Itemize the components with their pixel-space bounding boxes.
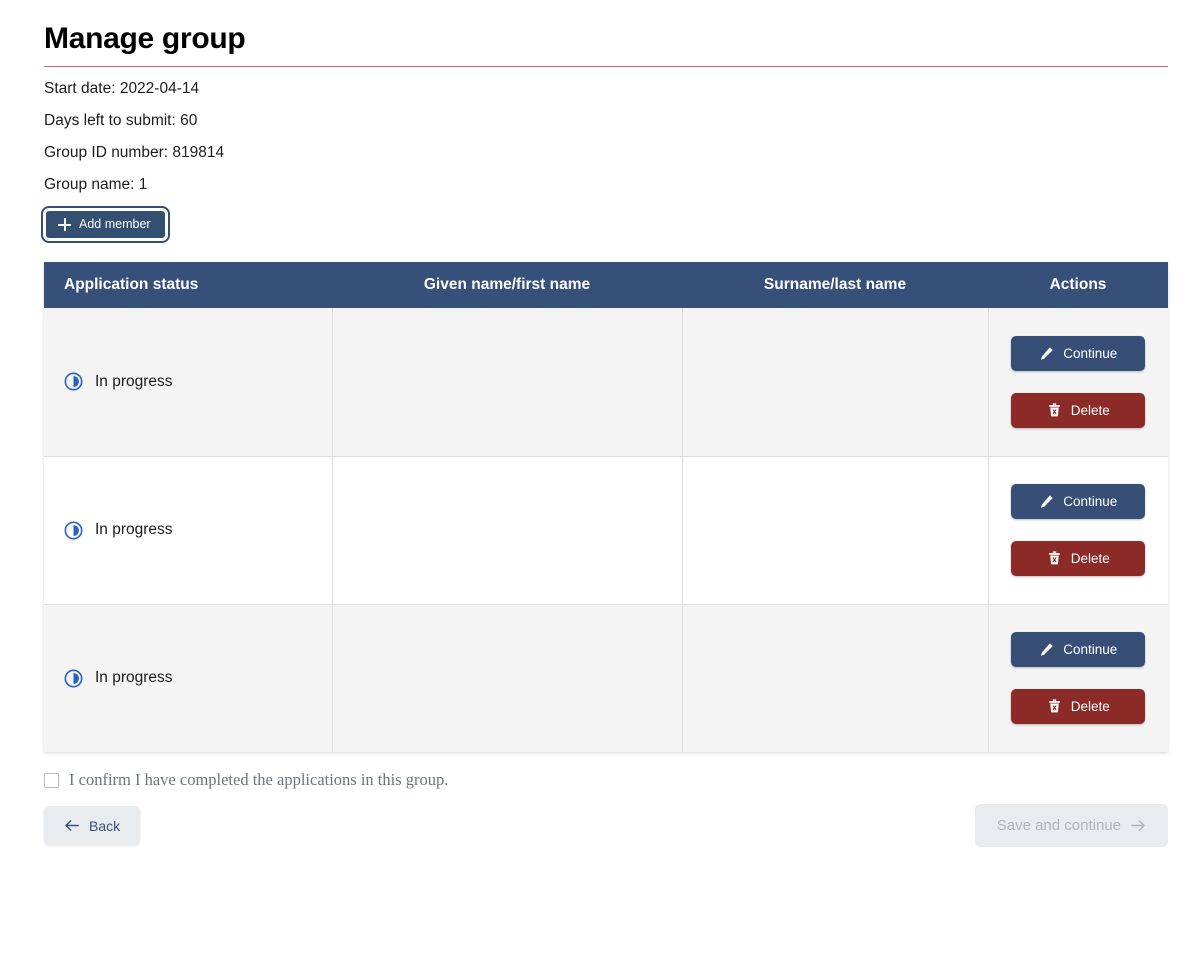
- add-member-button[interactable]: Add member: [44, 209, 167, 240]
- cell-actions: Continue Delete: [988, 308, 1168, 456]
- row-action-group: Continue Delete: [989, 326, 1169, 438]
- arrow-right-icon: [1131, 818, 1146, 833]
- plus-icon: [58, 218, 71, 231]
- trash-icon: [1047, 699, 1062, 714]
- status-label: In progress: [95, 373, 173, 391]
- meta-group-id: Group ID number: 819814: [32, 131, 1168, 163]
- trash-icon: [1047, 403, 1062, 418]
- delete-label: Delete: [1071, 552, 1110, 566]
- confirm-completion-row: I confirm I have completed the applicati…: [32, 752, 1168, 790]
- pencil-icon: [1039, 346, 1054, 361]
- cell-actions: Continue Delete: [988, 604, 1168, 752]
- continue-button[interactable]: Continue: [1011, 632, 1145, 667]
- trash-icon: [1047, 551, 1062, 566]
- status-indicator: In progress: [64, 521, 322, 540]
- members-table-body: In progress Continue: [44, 308, 1168, 752]
- back-button[interactable]: Back: [44, 806, 140, 845]
- cell-surname: [682, 604, 988, 752]
- group-meta-list: Start date: 2022-04-14 Days left to subm…: [32, 67, 1168, 196]
- table-header-row: Application status Given name/first name…: [44, 262, 1168, 308]
- back-label: Back: [89, 819, 120, 833]
- cell-actions: Continue Delete: [988, 456, 1168, 604]
- continue-label: Continue: [1063, 643, 1117, 657]
- meta-days-left: Days left to submit: 60: [32, 99, 1168, 131]
- save-and-continue-button[interactable]: Save and continue: [975, 804, 1168, 847]
- meta-start-date: Start date: 2022-04-14: [32, 67, 1168, 99]
- table-row: In progress Continue: [44, 308, 1168, 456]
- column-header-application-status: Application status: [44, 262, 332, 308]
- manage-group-page: Manage group Start date: 2022-04-14 Days…: [0, 0, 1200, 847]
- cell-application-status: In progress: [44, 604, 332, 752]
- status-indicator: In progress: [64, 669, 322, 688]
- cell-given-name: [332, 456, 682, 604]
- add-member-wrapper: Add member: [32, 195, 1168, 240]
- save-and-continue-label: Save and continue: [997, 818, 1121, 833]
- cell-surname: [682, 308, 988, 456]
- cell-given-name: [332, 604, 682, 752]
- delete-label: Delete: [1071, 700, 1110, 714]
- in-progress-clock-icon: [64, 372, 83, 391]
- row-action-group: Continue Delete: [989, 474, 1169, 586]
- delete-label: Delete: [1071, 404, 1110, 418]
- pencil-icon: [1039, 642, 1054, 657]
- column-header-surname: Surname/last name: [682, 262, 988, 308]
- row-action-group: Continue Delete: [989, 622, 1169, 734]
- continue-button[interactable]: Continue: [1011, 484, 1145, 519]
- members-table-head: Application status Given name/first name…: [44, 262, 1168, 308]
- members-table-wrapper: Application status Given name/first name…: [32, 240, 1168, 752]
- confirm-checkbox[interactable]: [44, 773, 59, 788]
- add-member-label: Add member: [79, 218, 151, 231]
- continue-label: Continue: [1063, 495, 1117, 509]
- status-label: In progress: [95, 669, 173, 687]
- delete-button[interactable]: Delete: [1011, 689, 1145, 724]
- footer-actions: Back Save and continue: [32, 790, 1168, 847]
- table-row: In progress Continue: [44, 456, 1168, 604]
- cell-application-status: In progress: [44, 308, 332, 456]
- cell-given-name: [332, 308, 682, 456]
- status-label: In progress: [95, 521, 173, 539]
- table-row: In progress Continue: [44, 604, 1168, 752]
- column-header-given-name: Given name/first name: [332, 262, 682, 308]
- continue-button[interactable]: Continue: [1011, 336, 1145, 371]
- pencil-icon: [1039, 494, 1054, 509]
- confirm-checkbox-label[interactable]: I confirm I have completed the applicati…: [69, 770, 448, 790]
- continue-label: Continue: [1063, 347, 1117, 361]
- meta-group-name: Group name: 1: [32, 163, 1168, 195]
- in-progress-clock-icon: [64, 669, 83, 688]
- column-header-actions: Actions: [988, 262, 1168, 308]
- page-title: Manage group: [32, 0, 1168, 66]
- status-indicator: In progress: [64, 372, 322, 391]
- cell-application-status: In progress: [44, 456, 332, 604]
- members-table: Application status Given name/first name…: [44, 262, 1168, 752]
- delete-button[interactable]: Delete: [1011, 393, 1145, 428]
- arrow-left-icon: [64, 818, 79, 833]
- in-progress-clock-icon: [64, 521, 83, 540]
- cell-surname: [682, 456, 988, 604]
- delete-button[interactable]: Delete: [1011, 541, 1145, 576]
